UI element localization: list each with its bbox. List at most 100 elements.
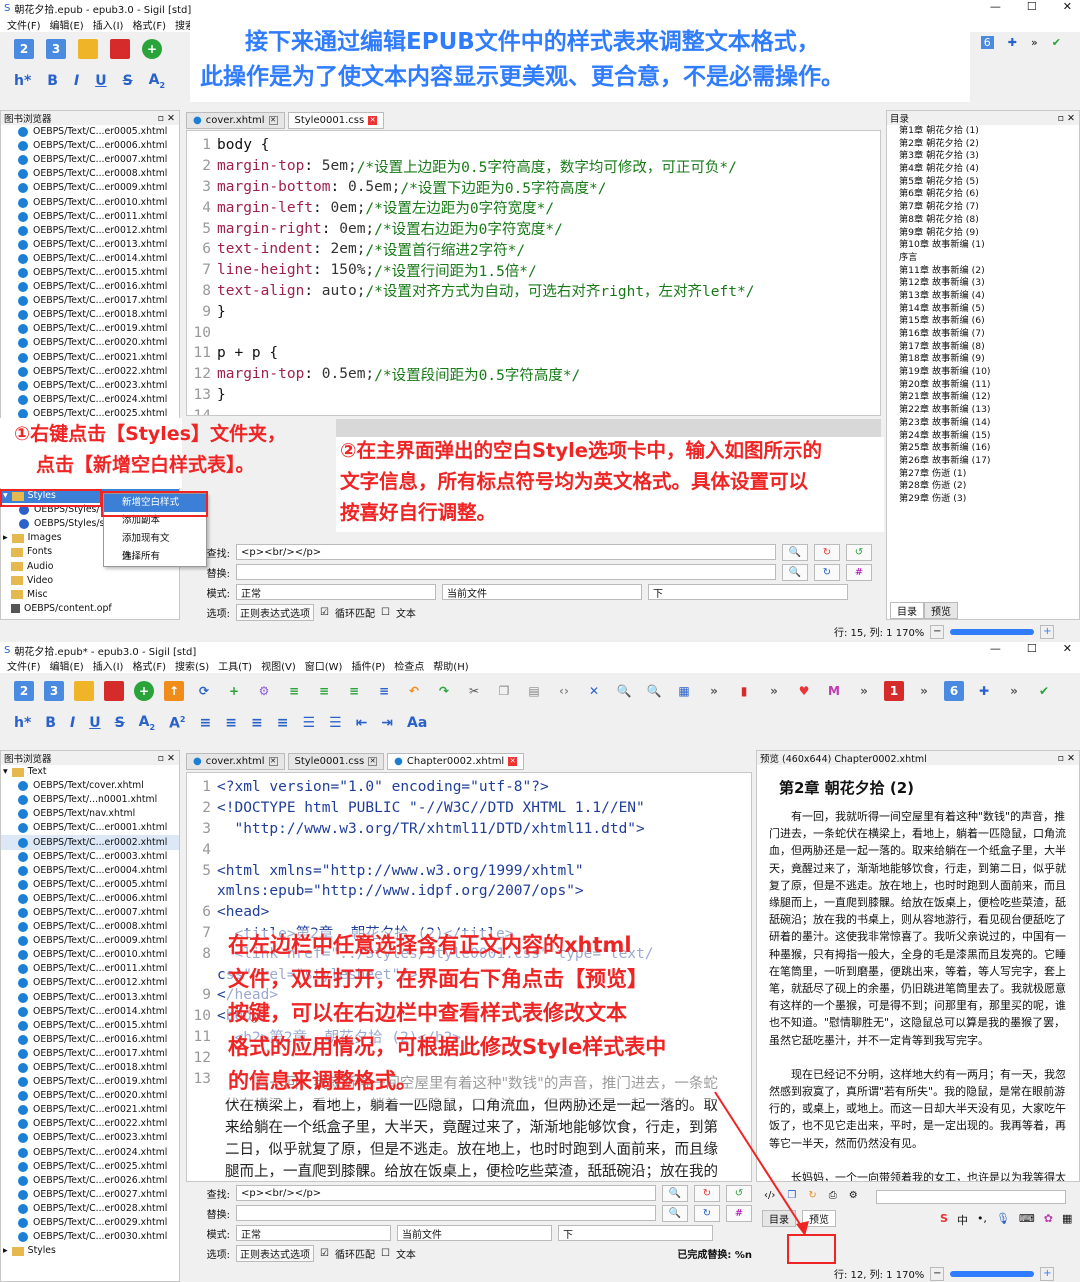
ime-skin-icon[interactable]: ✿ (1044, 1212, 1053, 1228)
toc-item[interactable]: 第23章 故事新编 (14) (887, 417, 1079, 430)
zoom-in-icon[interactable]: + (1040, 1266, 1055, 1281)
menu-item[interactable]: 窗口(W) (305, 658, 343, 673)
tree-item[interactable]: OEBPS/Text/C...er0028.xhtml (1, 1202, 179, 1216)
tree-item[interactable]: OEBPS/Text/C...er0023.xhtml (1, 379, 179, 393)
up-arrow-icon[interactable]: ↑ (164, 681, 184, 701)
cut-icon[interactable]: ✂ (464, 681, 484, 701)
toc-item[interactable]: 第19章 故事新编 (10) (887, 366, 1079, 379)
tree-item[interactable]: OEBPS/Text/C...er0027.xhtml (1, 1188, 179, 1202)
regex-button[interactable]: # (726, 1204, 752, 1222)
tree-item[interactable]: OEBPS/Text/C...er0019.xhtml (1, 322, 179, 336)
ime-lang-icon[interactable]: 中 (957, 1212, 968, 1228)
italic-icon[interactable]: I (74, 73, 79, 89)
align-right-icon[interactable]: ≡ (251, 715, 263, 731)
tab-preview[interactable]: 预览 (802, 1210, 836, 1227)
paste-icon[interactable]: ▤ (524, 681, 544, 701)
menu-item[interactable]: 搜索(S) (175, 658, 209, 673)
find-replace-button[interactable]: 🔍 (662, 1204, 688, 1222)
menu-item[interactable]: 检查点 (394, 658, 424, 673)
replace-input[interactable] (236, 564, 776, 580)
toc-item[interactable]: 第12章 故事新编 (3) (887, 277, 1079, 290)
spellcheck-icon[interactable]: ✔ (1034, 681, 1054, 701)
epub3-icon[interactable]: 3 (46, 39, 66, 59)
toc-item[interactable]: 第27章 伤逝 (1) (887, 468, 1079, 481)
toc-item[interactable]: 第26章 故事新编 (17) (887, 455, 1079, 468)
loop-checkbox[interactable]: ☑ (320, 607, 329, 618)
indent-icon[interactable]: ⇥ (381, 715, 393, 731)
numbered-list-icon[interactable]: ☰ (329, 715, 342, 731)
tab-style[interactable]: Style0001.css ✕ (287, 112, 385, 129)
save-icon[interactable] (110, 39, 130, 59)
tree-item[interactable]: OEBPS/Text/C...er0013.xhtml (1, 238, 179, 252)
tree-item[interactable]: OEBPS/Text/C...er0023.xhtml (1, 1131, 179, 1145)
toc-item[interactable]: 第28章 伤逝 (2) (887, 480, 1079, 493)
settings-icon[interactable]: ⚙ (849, 1190, 858, 1204)
heading-icon[interactable]: h* (14, 73, 31, 89)
preview-search-input[interactable] (875, 1190, 1066, 1204)
tree-item[interactable]: OEBPS/Text/C...er0009.xhtml (1, 181, 179, 195)
add-icon[interactable]: + (142, 39, 162, 59)
toc-item[interactable]: 第15章 故事新编 (6) (887, 315, 1079, 328)
overflow-icon-3[interactable]: » (854, 681, 874, 701)
direction-select[interactable]: 下 (648, 584, 848, 600)
toc-item[interactable]: 第8章 朝花夕拾 (8) (887, 214, 1079, 227)
heading-level-icon[interactable]: 6 (980, 36, 994, 49)
mode-select[interactable]: 正常 (236, 1225, 391, 1241)
bold-icon[interactable]: B (47, 73, 58, 89)
case-icon[interactable]: Aa (407, 715, 427, 731)
menu-item[interactable]: 文件(F) (7, 658, 41, 673)
toc-add-icon[interactable]: ≡ (314, 681, 334, 701)
toc-item[interactable]: 第11章 故事新编 (2) (887, 265, 1079, 278)
tree-item[interactable]: OEBPS/Text/C...er0021.xhtml (1, 1103, 179, 1117)
save-icon[interactable] (104, 681, 124, 701)
tree-item[interactable]: OEBPS/Text/C...er0001.xhtml (1, 821, 179, 835)
code-icon[interactable]: ‹› (554, 681, 574, 701)
strikethrough-icon[interactable]: S (115, 715, 125, 731)
superscript-icon[interactable]: A2 (169, 715, 185, 732)
heart-icon[interactable]: ♥ (794, 681, 814, 701)
bullet-list-icon[interactable]: ☰ (302, 715, 315, 731)
regex-button[interactable]: # (846, 563, 872, 581)
overflow-icon-4[interactable]: » (914, 681, 934, 701)
scope-select[interactable]: 当前文件 (442, 584, 642, 600)
heading-level-icon[interactable]: 6 (944, 681, 964, 701)
tree-item[interactable]: OEBPS/Text/cover.xhtml (1, 779, 179, 793)
search-icon[interactable]: 🔍 (614, 681, 634, 701)
tree-item[interactable]: OEBPS/Text/C...er0018.xhtml (1, 308, 179, 322)
outdent-icon[interactable]: ⇤ (356, 715, 368, 731)
search-advanced-icon[interactable]: 🔍 (644, 681, 664, 701)
tree-item[interactable]: OEBPS/Text/C...er0014.xhtml (1, 1005, 179, 1019)
menu-format[interactable]: 格式(F) (132, 17, 166, 32)
toc-item[interactable]: 第7章 朝花夕拾 (7) (887, 201, 1079, 214)
zoom-out-icon[interactable]: − (930, 624, 945, 639)
tab-preview[interactable]: 预览 (924, 602, 958, 619)
inspect-icon[interactable]: ‹/› (764, 1190, 775, 1204)
find-button[interactable]: 🔍 (662, 1184, 688, 1202)
tree-item[interactable]: OEBPS/Text/C...er0030.xhtml (1, 1230, 179, 1244)
count-button[interactable]: ↻ (814, 563, 840, 581)
bold-icon[interactable]: B (45, 715, 56, 731)
text-folder[interactable]: ▾ Text (1, 765, 179, 779)
close-tab-icon[interactable]: ✕ (268, 757, 278, 766)
align-left-icon[interactable]: ≡ (200, 715, 212, 731)
toc-item[interactable]: 第25章 故事新编 (16) (887, 442, 1079, 455)
preview-content[interactable]: 第2章 朝花夕拾 (2) 有一回，我就听得一间空屋里有着这种"数钱"的声音，推门… (757, 765, 1079, 1181)
tree-item[interactable]: OEBPS/Text/C...er0016.xhtml (1, 1033, 179, 1047)
strikethrough-icon[interactable]: S (123, 73, 133, 89)
ime-keyboard-icon[interactable]: ⌨ (1019, 1212, 1035, 1228)
spellcheck-icon[interactable]: ✔ (1052, 36, 1061, 49)
open-folder-icon[interactable] (74, 681, 94, 701)
ime-logo-icon[interactable]: S (940, 1212, 948, 1228)
tree-item[interactable]: OEBPS/Text/C...er0019.xhtml (1, 1075, 179, 1089)
tree-item[interactable]: OEBPS/Text/C...er0022.xhtml (1, 365, 179, 379)
toc-item[interactable]: 第9章 朝花夕拾 (9) (887, 227, 1079, 240)
tree-item[interactable]: OEBPS/Text/C...er0024.xhtml (1, 1146, 179, 1160)
find-replace-button[interactable]: 🔍 (782, 563, 808, 581)
text-checkbox[interactable]: ☐ (381, 1248, 390, 1259)
tree-item[interactable]: OEBPS/Text/C...er0005.xhtml (1, 125, 179, 139)
add-icon[interactable]: + (134, 681, 154, 701)
tree-item[interactable]: OEBPS/Text/C...er0015.xhtml (1, 266, 179, 280)
ime-voice-icon[interactable]: 🎙 (996, 1212, 1010, 1228)
copy-icon[interactable]: ❐ (494, 681, 514, 701)
toc-item[interactable]: 第3章 朝花夕拾 (3) (887, 150, 1079, 163)
